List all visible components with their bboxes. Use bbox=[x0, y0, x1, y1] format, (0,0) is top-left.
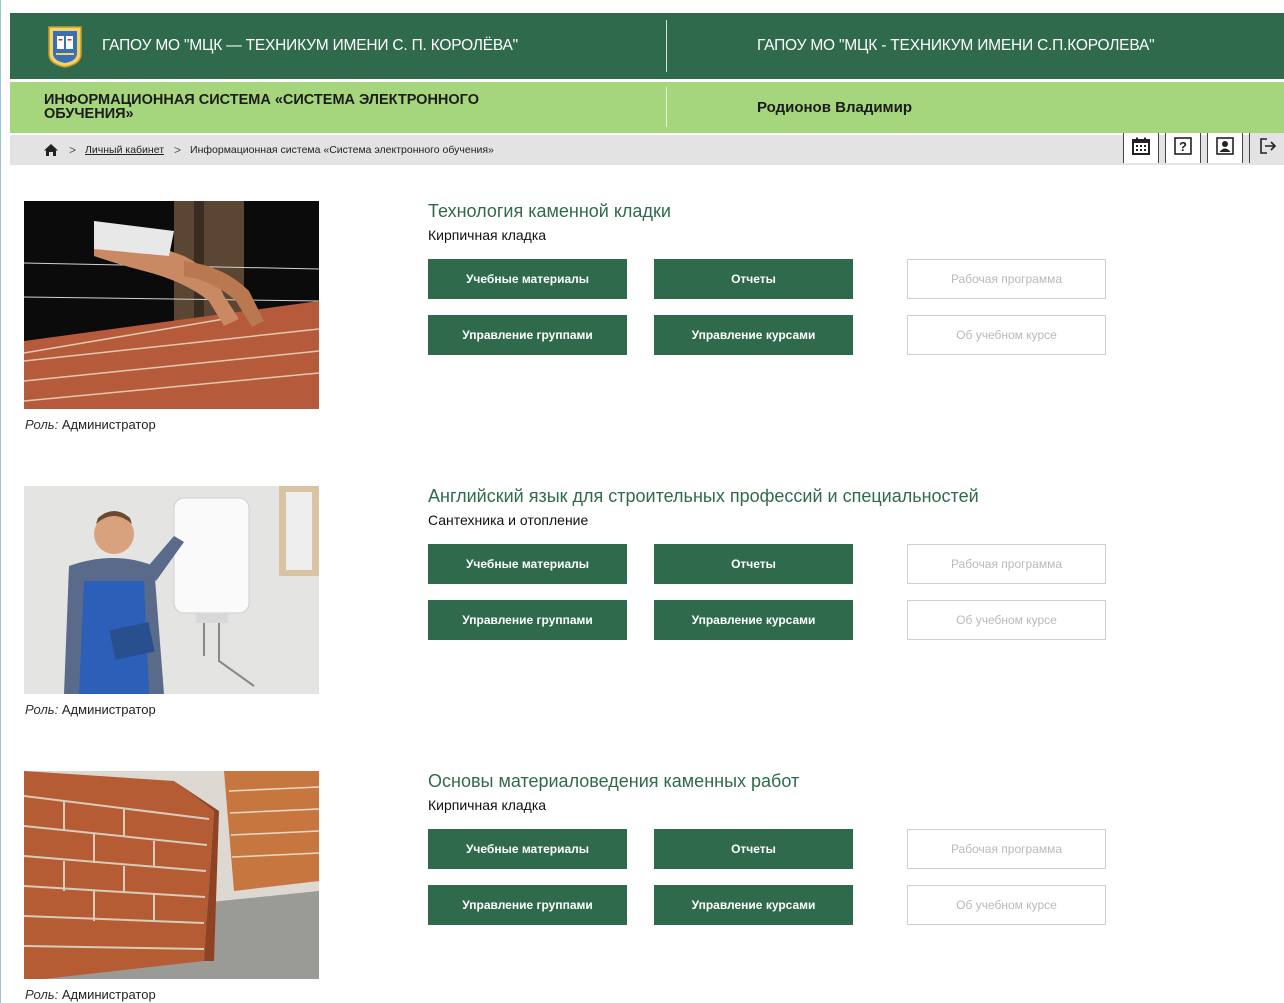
college-logo-icon[interactable] bbox=[46, 24, 84, 68]
help-button[interactable]: ? bbox=[1165, 133, 1201, 163]
breadcrumb-separator: > bbox=[174, 143, 182, 157]
system-title: ИНФОРМАЦИОННАЯ СИСТЕМА «СИСТЕМА ЭЛЕКТРОН… bbox=[44, 92, 479, 122]
breadcrumb: > Личный кабинет > Информационная систем… bbox=[10, 133, 1284, 165]
manage-groups-button[interactable]: Управление группами bbox=[428, 885, 627, 925]
reports-button[interactable]: Отчеты bbox=[654, 829, 853, 869]
toolbar: ? bbox=[1123, 133, 1284, 163]
study-materials-button[interactable]: Учебные материалы bbox=[428, 259, 627, 299]
org-block-left: ГАПОУ МО "МЦК — ТЕХНИКУМ ИМЕНИ С. П. КОР… bbox=[10, 20, 667, 72]
course-image-brick-wall[interactable] bbox=[24, 771, 319, 979]
course-title[interactable]: Английский язык для строительных професс… bbox=[428, 486, 979, 507]
work-program-button[interactable]: Рабочая программа bbox=[907, 544, 1106, 584]
help-icon-glyph: ? bbox=[1179, 139, 1187, 154]
course-subtitle: Сантехника и отопление bbox=[428, 512, 589, 528]
help-icon: ? bbox=[1173, 136, 1193, 161]
about-course-button[interactable]: Об учебном курсе bbox=[907, 885, 1106, 925]
about-course-button[interactable]: Об учебном курсе bbox=[907, 315, 1106, 355]
calendar-icon bbox=[1131, 136, 1151, 161]
course-image-bricklaying[interactable] bbox=[24, 201, 319, 409]
manage-groups-button[interactable]: Управление группами bbox=[428, 315, 627, 355]
work-program-button[interactable]: Рабочая программа bbox=[907, 259, 1106, 299]
manage-courses-button[interactable]: Управление курсами bbox=[654, 885, 853, 925]
role-label: Роль: bbox=[25, 987, 59, 1002]
course-title[interactable]: Технология каменной кладки bbox=[428, 201, 671, 222]
breadcrumb-link-cabinet[interactable]: Личный кабинет bbox=[85, 144, 164, 156]
course-image-plumber[interactable] bbox=[24, 486, 319, 694]
course-role: Роль: Администратор bbox=[25, 417, 156, 432]
org-block-right: ГАПОУ МО "МЦК - ТЕХНИКУМ ИМЕНИ С.П.КОРОЛ… bbox=[667, 13, 1284, 79]
course-title[interactable]: Основы материаловедения каменных работ bbox=[428, 771, 799, 792]
manage-groups-button[interactable]: Управление группами bbox=[428, 600, 627, 640]
course-card: Роль: Администратор Английский язык для … bbox=[24, 486, 1274, 736]
about-course-button[interactable]: Об учебном курсе bbox=[907, 600, 1106, 640]
org-name-right: ГАПОУ МО "МЦК - ТЕХНИКУМ ИМЕНИ С.П.КОРОЛ… bbox=[757, 37, 1155, 54]
role-label: Роль: bbox=[25, 417, 59, 432]
role-value: Администратор bbox=[61, 987, 156, 1002]
course-role: Роль: Администратор bbox=[25, 702, 156, 717]
course-card: Роль: Администратор Основы материаловеде… bbox=[24, 771, 1274, 1003]
role-label: Роль: bbox=[25, 702, 59, 717]
study-materials-button[interactable]: Учебные материалы bbox=[428, 829, 627, 869]
course-subtitle: Кирпичная кладка bbox=[428, 797, 547, 813]
org-name-left: ГАПОУ МО "МЦК — ТЕХНИКУМ ИМЕНИ С. П. КОР… bbox=[102, 37, 518, 54]
breadcrumb-current: Информационная система «Система электрон… bbox=[190, 144, 494, 156]
role-value: Администратор bbox=[61, 702, 156, 717]
course-subtitle: Кирпичная кладка bbox=[428, 227, 547, 243]
manage-courses-button[interactable]: Управление курсами bbox=[654, 600, 853, 640]
home-icon[interactable] bbox=[43, 143, 59, 157]
study-materials-button[interactable]: Учебные материалы bbox=[428, 544, 627, 584]
user-block: Родионов Владимир bbox=[667, 82, 1284, 133]
work-program-button[interactable]: Рабочая программа bbox=[907, 829, 1106, 869]
profile-icon bbox=[1215, 136, 1235, 161]
top-header: ГАПОУ МО "МЦК — ТЕХНИКУМ ИМЕНИ С. П. КОР… bbox=[10, 13, 1284, 79]
logout-button[interactable] bbox=[1249, 133, 1284, 163]
profile-button[interactable] bbox=[1207, 133, 1243, 163]
course-role: Роль: Администратор bbox=[25, 987, 156, 1002]
reports-button[interactable]: Отчеты bbox=[654, 259, 853, 299]
manage-courses-button[interactable]: Управление курсами bbox=[654, 315, 853, 355]
course-card: Роль: Администратор Технология каменной … bbox=[24, 201, 1274, 451]
calendar-button[interactable] bbox=[1123, 133, 1159, 163]
system-bar: ИНФОРМАЦИОННАЯ СИСТЕМА «СИСТЕМА ЭЛЕКТРОН… bbox=[10, 82, 1284, 133]
page: ГАПОУ МО "МЦК — ТЕХНИКУМ ИМЕНИ С. П. КОР… bbox=[0, 0, 1284, 1003]
user-name[interactable]: Родионов Владимир bbox=[757, 99, 912, 116]
breadcrumb-separator: > bbox=[69, 143, 77, 157]
role-value: Администратор bbox=[61, 417, 156, 432]
system-title-block: ИНФОРМАЦИОННАЯ СИСТЕМА «СИСТЕМА ЭЛЕКТРОН… bbox=[10, 87, 667, 127]
reports-button[interactable]: Отчеты bbox=[654, 544, 853, 584]
logout-icon bbox=[1258, 136, 1278, 161]
